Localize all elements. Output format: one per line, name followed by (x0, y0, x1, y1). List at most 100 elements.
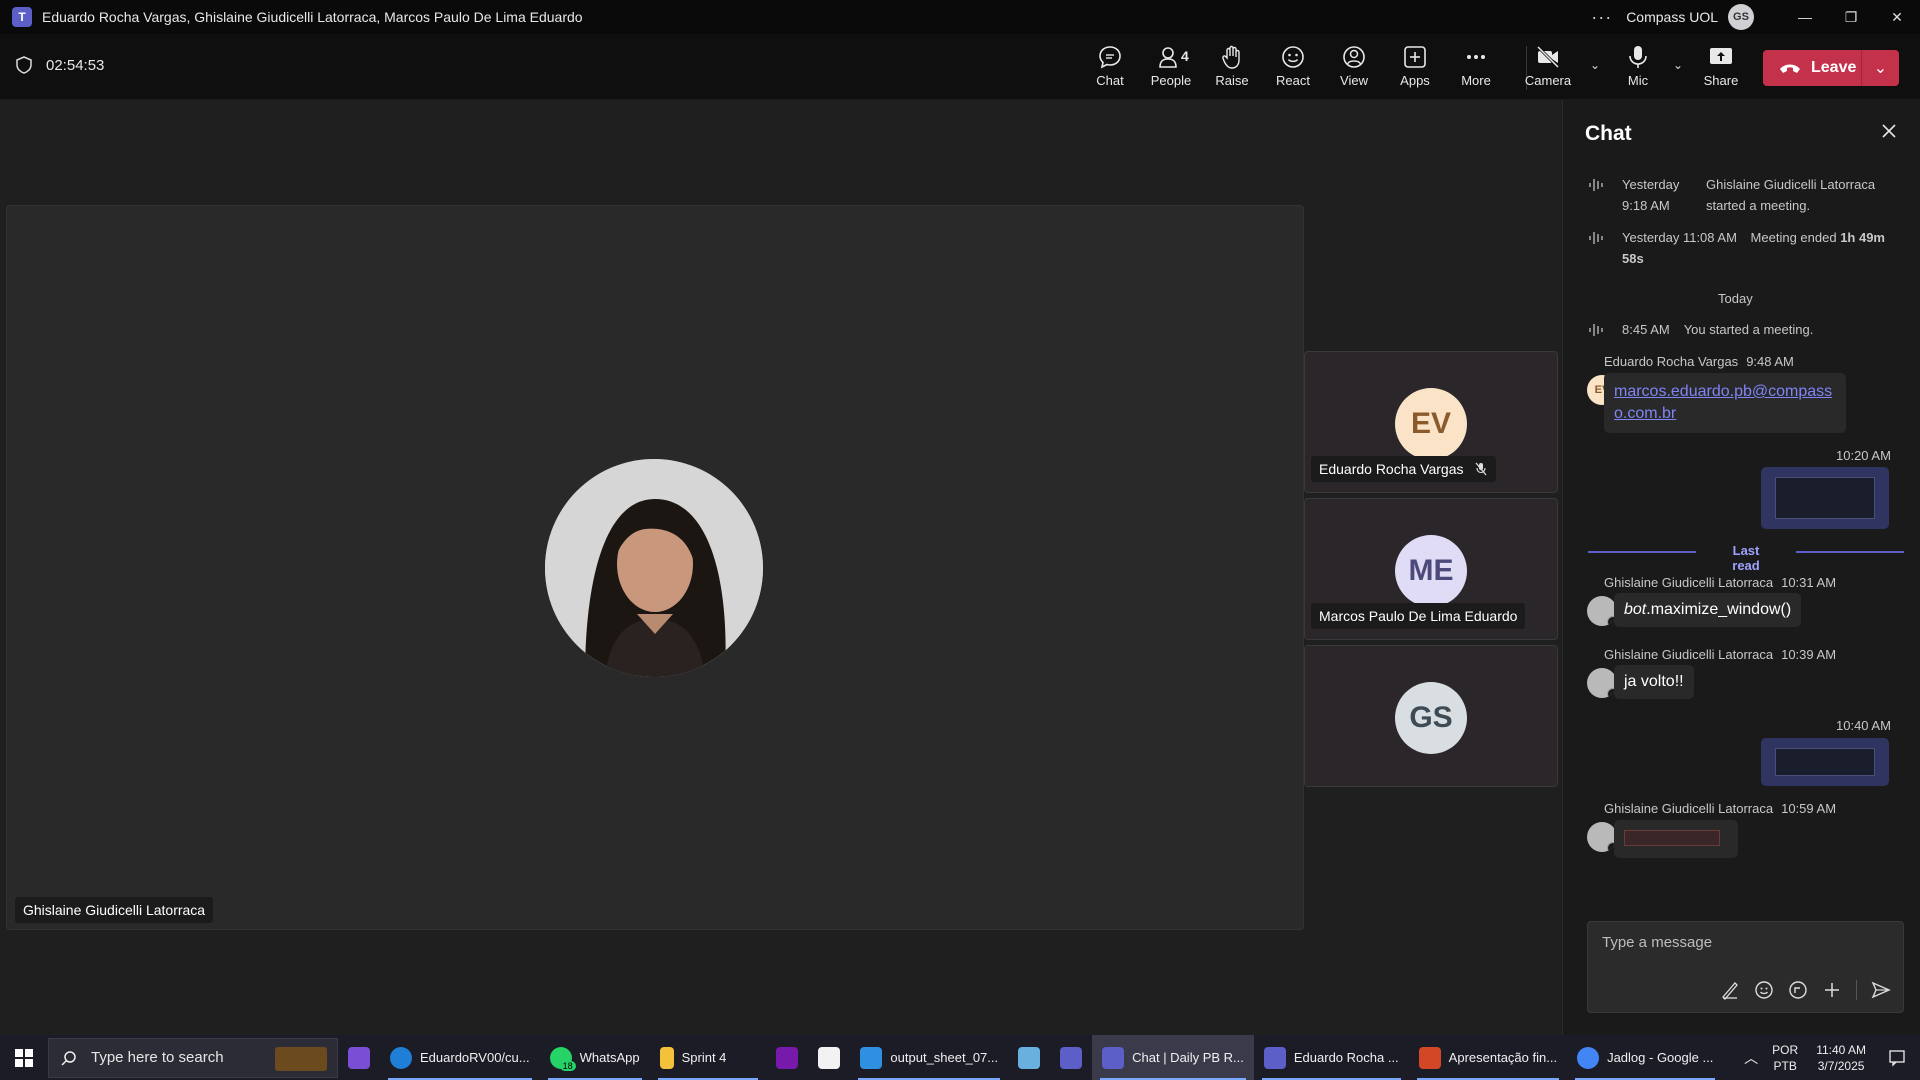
notion-icon[interactable] (808, 1035, 850, 1080)
tray-overflow-chevron-icon[interactable]: ︿ (1744, 1048, 1758, 1068)
participant-tile-ev[interactable]: EV Eduardo Rocha Vargas (1304, 351, 1558, 493)
format-icon[interactable] (1720, 980, 1740, 1000)
windows-logo-icon (15, 1048, 33, 1067)
more-button[interactable]: More (1448, 44, 1504, 96)
leave-button[interactable]: Leave ⌄ (1763, 50, 1899, 86)
message-bubble: bot.maximize_window() (1614, 593, 1802, 627)
message-sender: Eduardo Rocha Vargas 9:48 AM (1604, 354, 1794, 369)
message-text: .maximize_window() (1646, 601, 1792, 618)
system-time: 8:45 AM (1622, 322, 1670, 337)
clock[interactable]: 11:40 AM 3/7/2025 (1816, 1042, 1866, 1074)
participant-name: Marcos Paulo De Lima Eduardo (1319, 608, 1518, 624)
people-label: People (1150, 73, 1192, 88)
loop-component-icon[interactable] (1788, 980, 1808, 1000)
camera-button[interactable]: Camera (1520, 44, 1576, 96)
main-video-tile[interactable]: Ghislaine Giudicelli Latorraca (6, 205, 1304, 930)
system-tray: ︿ POR PTB 11:40 AM 3/7/2025 (1744, 1035, 1920, 1080)
taskbar-item-powerpoint[interactable]: Apresentação fin... (1409, 1035, 1567, 1080)
camera-options-chevron-icon[interactable]: ⌄ (1590, 58, 1600, 72)
timer-value: 02:54:53 (46, 56, 105, 74)
pen-icon (1018, 1046, 1041, 1069)
message-input[interactable]: Type a message (1602, 934, 1712, 951)
raise-hand-button[interactable]: Raise (1204, 44, 1260, 96)
taskbar-item-teams-chat[interactable]: Chat | Daily PB R... (1092, 1035, 1254, 1080)
teams-app-icon[interactable] (1050, 1035, 1092, 1080)
sender-avatar[interactable] (1587, 668, 1617, 698)
taskbar-item-vscode[interactable]: output_sheet_07... (850, 1035, 1008, 1080)
share-button[interactable]: Share (1693, 44, 1749, 96)
message-bubble: marcos.eduardo.pb@compasso.com.br (1604, 373, 1846, 433)
taskbar-item-edge[interactable]: EduardoRV00/cu... (380, 1035, 540, 1080)
chat-button[interactable]: Chat (1082, 44, 1138, 104)
onenote-app-icon (776, 1046, 799, 1069)
react-button[interactable]: React (1265, 44, 1321, 96)
restore-button[interactable]: ❐ (1828, 0, 1874, 34)
more-icon (1467, 55, 1485, 59)
more-options-icon[interactable]: ··· (1591, 7, 1612, 28)
participant-tile-gs[interactable]: GS (1304, 645, 1558, 787)
taskbar-item-label: EduardoRV00/cu... (420, 1050, 530, 1065)
participant-tile-me[interactable]: ME Marcos Paulo De Lima Eduardo (1304, 498, 1558, 640)
people-button[interactable]: 4 People (1143, 44, 1199, 96)
email-link[interactable]: marcos.eduardo.pb@compasso.com.br (1614, 383, 1832, 422)
sender-name: Ghislaine Giudicelli Latorraca (1604, 647, 1774, 662)
add-icon[interactable] (1822, 980, 1842, 1000)
taskbar-search[interactable]: Type here to search (48, 1037, 338, 1078)
system-message: Yesterday 9:18 AM Ghislaine Giudicelli L… (1588, 174, 1904, 216)
taskbar-item-chrome[interactable]: Jadlog - Google ... (1567, 1035, 1723, 1080)
taskbar-item-teams-meeting[interactable]: Eduardo Rocha ... (1254, 1035, 1409, 1080)
participant-name-pill: Marcos Paulo De Lima Eduardo (1311, 603, 1526, 629)
language-code: POR (1772, 1042, 1799, 1057)
notifications-icon[interactable] (1888, 1049, 1906, 1067)
hand-icon (1222, 45, 1240, 69)
sender-avatar[interactable] (1587, 822, 1617, 852)
unread-badge: 18 (559, 1061, 576, 1071)
mic-button[interactable]: Mic (1610, 44, 1666, 96)
message-time: 9:48 AM (1746, 354, 1794, 369)
camera-off-icon (1536, 45, 1560, 69)
taskbar-item-whatsapp[interactable]: 18 WhatsApp (540, 1035, 650, 1080)
close-icon[interactable] (1880, 122, 1898, 140)
message-text-italic: bot (1624, 601, 1647, 618)
copilot-icon[interactable] (338, 1035, 380, 1080)
title-bar: T Eduardo Rocha Vargas, Ghislaine Giudic… (0, 0, 1920, 34)
message-time: 10:39 AM (1781, 647, 1837, 662)
taskbar-item-label: Jadlog - Google ... (1607, 1050, 1714, 1065)
apps-button[interactable]: Apps (1387, 44, 1443, 96)
send-icon[interactable] (1871, 980, 1891, 1000)
clock-time: 11:40 AM (1816, 1042, 1866, 1057)
main-participant-name: Ghislaine Giudicelli Latorraca (15, 897, 214, 923)
message-text: ja volto!! (1624, 673, 1684, 690)
emoji-icon (1282, 46, 1304, 68)
minimize-button[interactable]: — (1782, 0, 1828, 34)
chat-label: Chat (1096, 73, 1124, 88)
image-attachment[interactable] (1624, 830, 1720, 846)
message-composer[interactable]: Type a message (1587, 921, 1904, 1013)
mic-options-chevron-icon[interactable]: ⌄ (1673, 58, 1683, 72)
image-attachment[interactable] (1761, 738, 1889, 786)
sender-avatar[interactable] (1587, 596, 1617, 626)
input-language[interactable]: POR PTB (1772, 1042, 1798, 1074)
taskbar-item-folder[interactable]: Sprint 4 (650, 1035, 767, 1080)
view-button[interactable]: View (1326, 44, 1382, 96)
org-name[interactable]: Compass UOL (1626, 9, 1718, 25)
participant-avatar: ME (1395, 535, 1467, 607)
user-avatar[interactable]: GS (1728, 4, 1754, 30)
image-attachment[interactable] (1761, 467, 1889, 529)
pen-app-icon[interactable] (1008, 1035, 1050, 1080)
message-bubble: ja volto!! (1614, 665, 1694, 699)
chrome-icon (1577, 1046, 1600, 1069)
onenote-icon[interactable] (766, 1035, 808, 1080)
message-time: 10:20 AM (1836, 448, 1891, 463)
start-button[interactable] (0, 1035, 48, 1080)
emoji-icon[interactable] (1754, 980, 1774, 1000)
last-read-label: Last read (1732, 543, 1760, 573)
close-window-button[interactable]: ✕ (1874, 0, 1920, 34)
message-time: 10:59 AM (1781, 801, 1837, 816)
divider-line (1588, 551, 1696, 553)
folder-icon (659, 1046, 674, 1069)
raise-label: Raise (1215, 73, 1249, 88)
powerpoint-icon (1418, 1046, 1441, 1069)
meeting-audio-icon (1589, 179, 1603, 191)
leave-options-chevron-icon[interactable]: ⌄ (1861, 50, 1899, 86)
